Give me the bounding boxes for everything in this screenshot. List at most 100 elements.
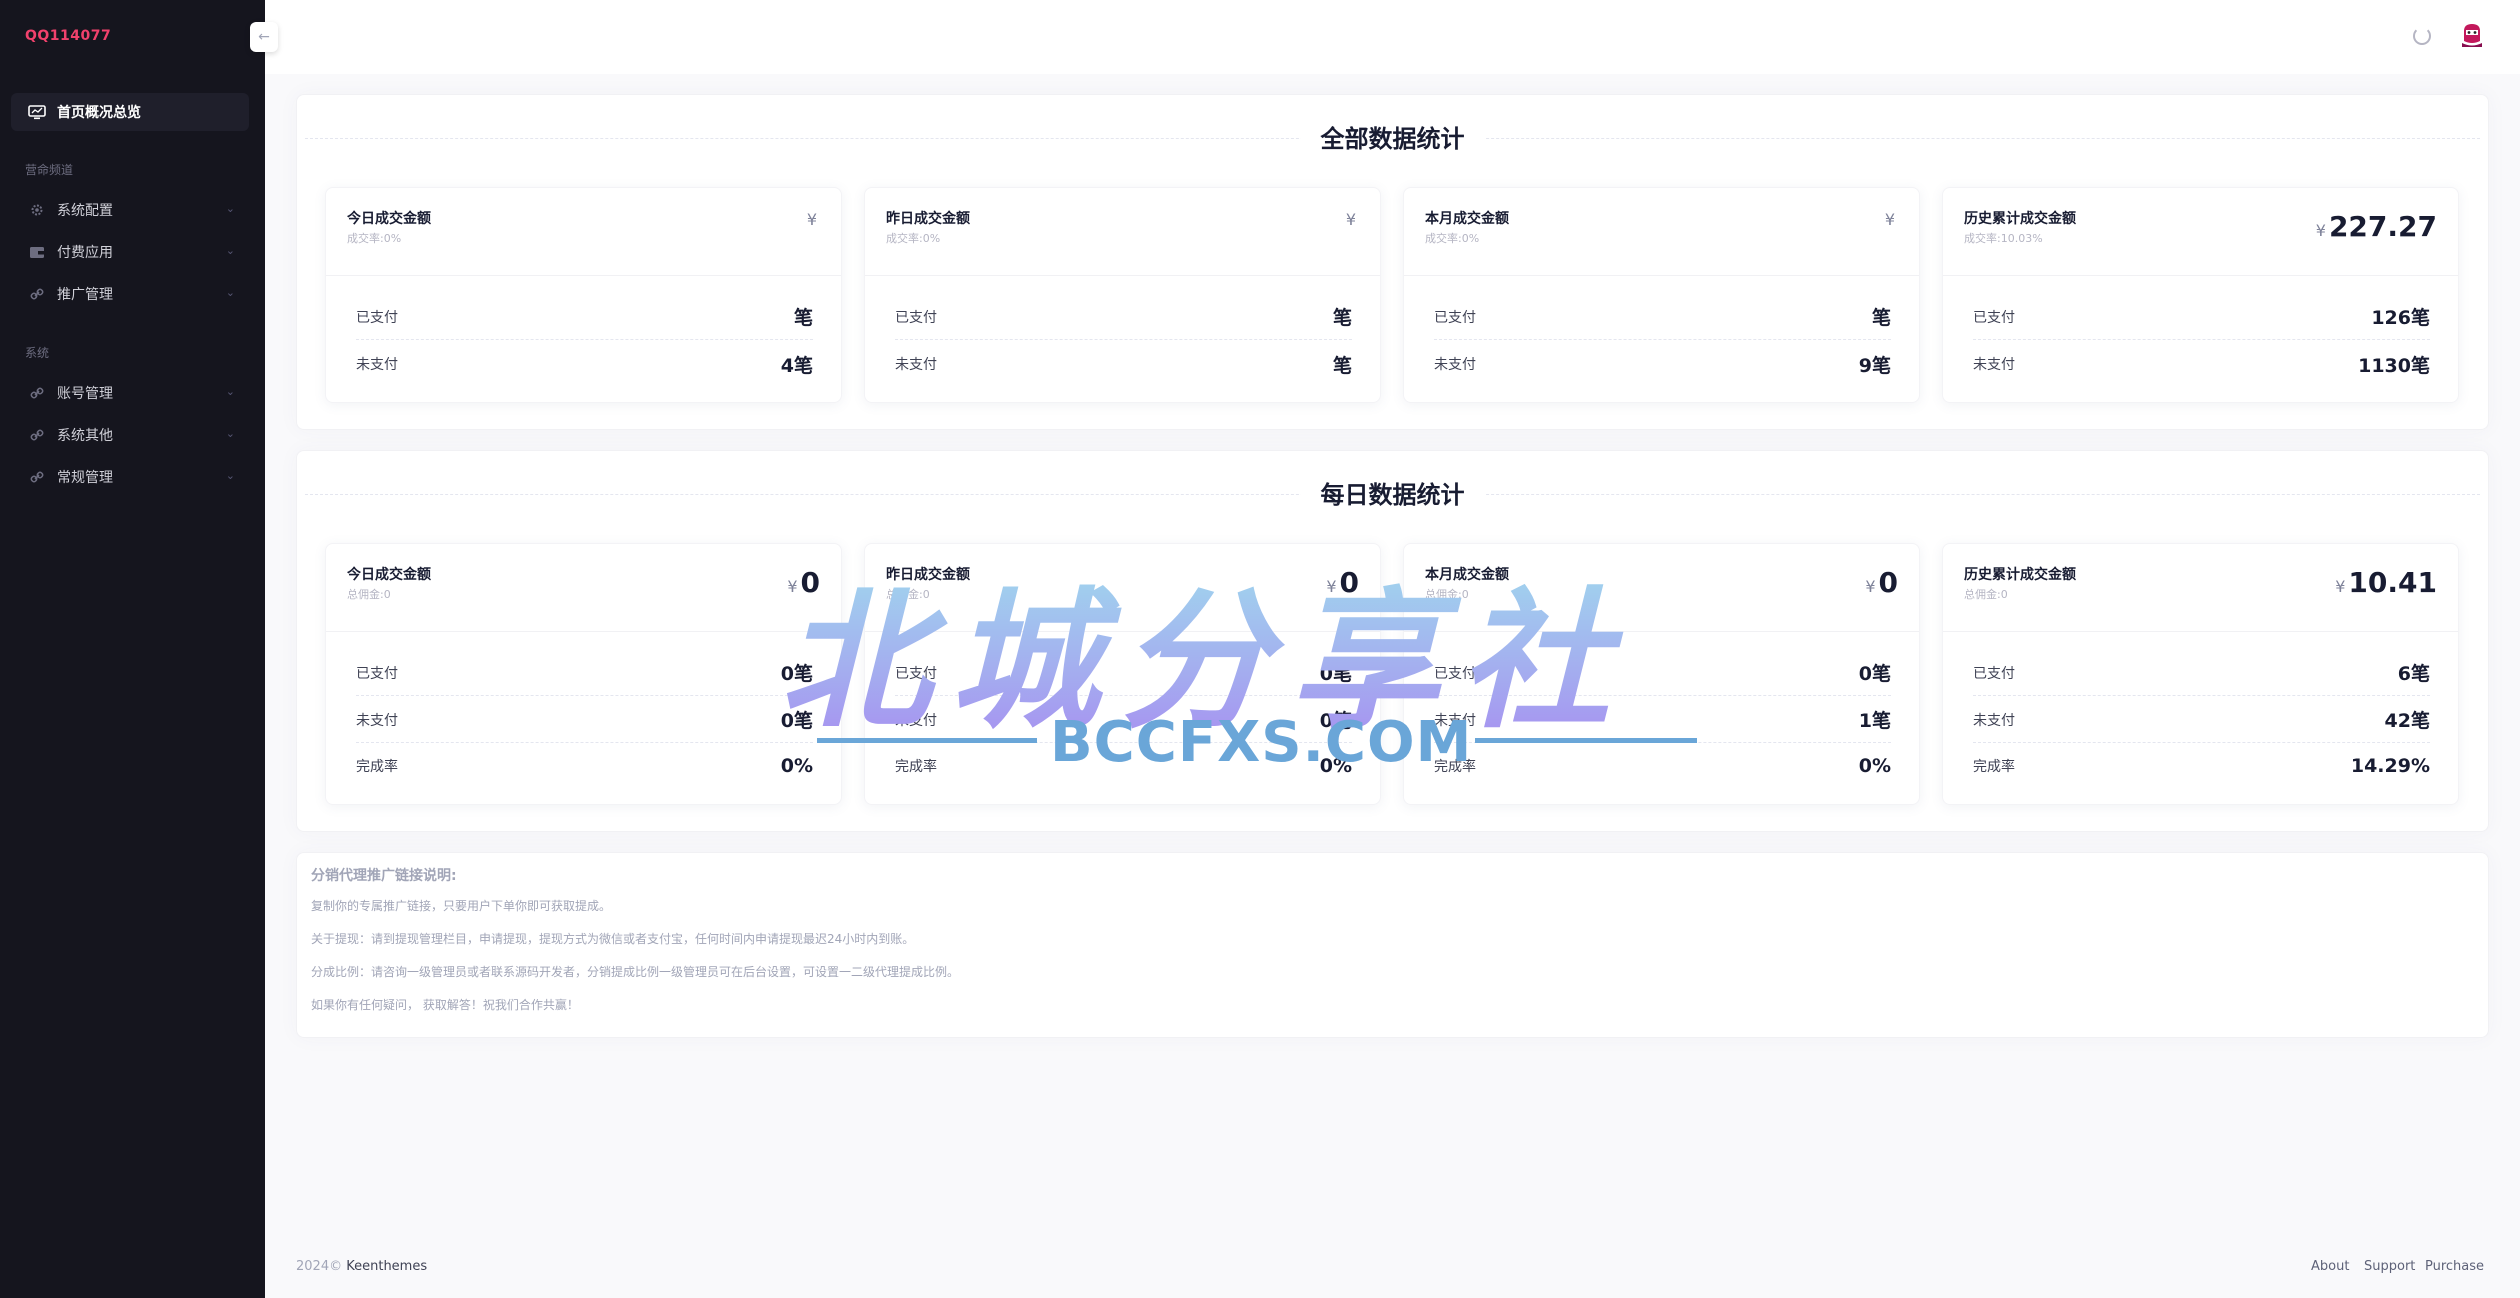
card-title: 本月成交金额 bbox=[1425, 567, 1509, 583]
row-value: 0% bbox=[1858, 755, 1891, 777]
chevron-down-icon: ⌄ bbox=[225, 244, 235, 257]
card-title: 昨日成交金额 bbox=[886, 211, 970, 227]
row-label: 已支付 bbox=[356, 309, 398, 326]
sidebar-item-label: 付费应用 bbox=[57, 245, 113, 261]
chevron-down-icon: ⌄ bbox=[225, 202, 235, 215]
notes-line: 如果你有任何疑问， 获取解答！祝我们合作共赢！ bbox=[311, 998, 579, 1012]
currency-symbol: ¥ bbox=[787, 577, 798, 596]
row-value: 笔 bbox=[793, 307, 813, 329]
row-value: 4笔 bbox=[780, 354, 813, 377]
card-title: 历史累计成交金额 bbox=[1964, 567, 2076, 583]
card-title: 今日成交金额 bbox=[347, 211, 431, 227]
stat-row: 未支付 笔 bbox=[895, 341, 1352, 387]
sidebar-section-label: 营命频道 bbox=[25, 163, 74, 177]
row-label: 未支付 bbox=[1434, 712, 1476, 729]
link-icon bbox=[27, 286, 47, 302]
row-value: 0% bbox=[1319, 755, 1352, 777]
stat-row: 未支付 42笔 bbox=[1973, 697, 2430, 743]
row-value: 0笔 bbox=[1319, 710, 1352, 732]
row-value: 6笔 bbox=[2397, 663, 2430, 685]
brand-logo[interactable]: QQ114077 bbox=[25, 28, 111, 44]
sidebar-toggle-button[interactable]: ← bbox=[250, 22, 278, 52]
row-value: 1笔 bbox=[1858, 710, 1891, 732]
amount-value: 227.27 bbox=[2328, 210, 2437, 243]
card-amount: ¥ bbox=[1885, 210, 1898, 229]
card-title: 昨日成交金额 bbox=[886, 567, 970, 583]
stat-row: 未支付 0笔 bbox=[895, 697, 1352, 743]
avatar-image bbox=[2462, 24, 2482, 47]
sidebar-section-label: 系统 bbox=[25, 346, 50, 360]
panel-title: 每日数据统计 bbox=[1300, 481, 1485, 509]
row-value: 0笔 bbox=[1858, 663, 1891, 685]
row-value: 0% bbox=[780, 755, 813, 777]
card-amount: ¥10.41 bbox=[2335, 566, 2437, 599]
all-stats-panel: 全部数据统计 今日成交金额 成交率:0% ¥ 已支付笔 未支付 4笔 昨日成交金额… bbox=[296, 94, 2489, 430]
distribution-notes-panel: 分销代理推广链接说明: 复制你的专属推广链接，只要用户下单你即可获取提成。 关于… bbox=[296, 852, 2489, 1038]
card-subtitle: 成交率:0% bbox=[347, 232, 402, 245]
sidebar-item-label: 推广管理 bbox=[57, 287, 113, 303]
footer-link-about[interactable]: About bbox=[2311, 1259, 2349, 1274]
monitor-icon bbox=[27, 104, 47, 120]
card-subtitle: 总佣金:0 bbox=[1964, 588, 2008, 601]
row-label: 未支付 bbox=[1434, 357, 1476, 373]
footer-company-link[interactable]: Keenthemes bbox=[346, 1259, 427, 1274]
row-label: 未支付 bbox=[895, 357, 937, 373]
card-subtitle: 成交率:10.03% bbox=[1964, 232, 2043, 245]
stat-row: 未支付 1笔 bbox=[1434, 697, 1891, 743]
amount-value: 10.41 bbox=[2348, 566, 2437, 599]
stat-row: 已支付 0笔 bbox=[356, 650, 813, 696]
sidebar-item-system-config[interactable]: 系统配置 ⌄ bbox=[11, 191, 249, 229]
sidebar-item-promotion[interactable]: 推广管理 ⌄ bbox=[11, 275, 249, 313]
sidebar-item-dashboard[interactable]: 首页概况总览 bbox=[11, 93, 249, 131]
sidebar-item-label: 首页概况总览 bbox=[57, 105, 141, 121]
card-amount: ¥0 bbox=[787, 566, 820, 599]
stat-card: 今日成交金额 成交率:0% ¥ 已支付 笔 未支付 4笔 bbox=[325, 187, 842, 403]
sidebar-item-label: 账号管理 bbox=[57, 386, 113, 402]
avatar[interactable] bbox=[2455, 18, 2489, 52]
row-label: 未支付 bbox=[356, 712, 398, 729]
row-value: 9笔 bbox=[1858, 354, 1891, 377]
stat-row: 未支付 9笔 bbox=[1434, 341, 1891, 387]
sidebar-item-general[interactable]: 常规管理 ⌄ bbox=[11, 458, 249, 496]
stat-row: 未支付 4笔 bbox=[356, 341, 813, 387]
row-value: 126笔 bbox=[2371, 307, 2430, 329]
sidebar-item-label: 常规管理 bbox=[57, 470, 113, 486]
footer-year: 2024© bbox=[296, 1259, 343, 1274]
stat-row: 已支付 笔 bbox=[895, 294, 1352, 340]
sidebar-item-accounts[interactable]: 账号管理 ⌄ bbox=[11, 374, 249, 412]
chevron-down-icon: ⌄ bbox=[225, 385, 235, 398]
link-icon bbox=[27, 427, 47, 443]
row-value: 1130笔 bbox=[2358, 354, 2430, 377]
notes-line: 复制你的专属推广链接，只要用户下单你即可获取提成。 bbox=[311, 899, 612, 913]
stat-row: 已支付 6笔 bbox=[1973, 650, 2430, 696]
link-icon bbox=[27, 385, 47, 401]
row-label: 已支付 bbox=[356, 665, 398, 682]
row-label: 未支付 bbox=[1973, 712, 2015, 729]
sidebar-item-label: 系统其他 bbox=[57, 428, 113, 444]
row-label: 已支付 bbox=[1434, 665, 1476, 682]
row-value: 笔 bbox=[1871, 307, 1891, 329]
notes-line: 分成比例：请咨询一级管理员或者联系源码开发者，分销提成比例一级管理员可在后台设置… bbox=[311, 965, 960, 979]
stat-card: 今日成交金额 总佣金:0 ¥0 已支付 0笔 未支付 0笔 完成率 0% bbox=[325, 543, 842, 805]
footer-copyright: 2024© Keenthemes bbox=[296, 1259, 427, 1274]
currency-symbol: ¥ bbox=[1345, 210, 1356, 229]
card-title: 本月成交金额 bbox=[1425, 211, 1509, 227]
card-subtitle: 总佣金:0 bbox=[1425, 588, 1469, 601]
notes-title: 分销代理推广链接说明: bbox=[311, 868, 457, 884]
row-value: 42笔 bbox=[2384, 710, 2430, 732]
card-subtitle: 成交率:0% bbox=[1425, 232, 1480, 245]
currency-symbol: ¥ bbox=[1326, 577, 1337, 596]
footer-link-purchase[interactable]: Purchase bbox=[2425, 1259, 2484, 1274]
card-amount: ¥0 bbox=[1865, 566, 1898, 599]
stat-row: 未支付 0笔 bbox=[356, 697, 813, 743]
currency-symbol: ¥ bbox=[2315, 221, 2326, 240]
stat-card: 历史累计成交金额 总佣金:0 ¥10.41 已支付 6笔 未支付 42笔 完成率 14… bbox=[1942, 543, 2459, 805]
footer-link-support[interactable]: Support bbox=[2364, 1259, 2415, 1274]
sidebar-item-system-other[interactable]: 系统其他 ⌄ bbox=[11, 416, 249, 454]
card-title: 今日成交金额 bbox=[347, 567, 431, 583]
sidebar-item-paid-apps[interactable]: 付费应用 ⌄ bbox=[11, 233, 249, 271]
arrow-left-icon: ← bbox=[258, 29, 270, 45]
row-label: 未支付 bbox=[356, 357, 398, 373]
row-value: 笔 bbox=[1332, 354, 1352, 377]
chevron-down-icon: ⌄ bbox=[225, 469, 235, 482]
